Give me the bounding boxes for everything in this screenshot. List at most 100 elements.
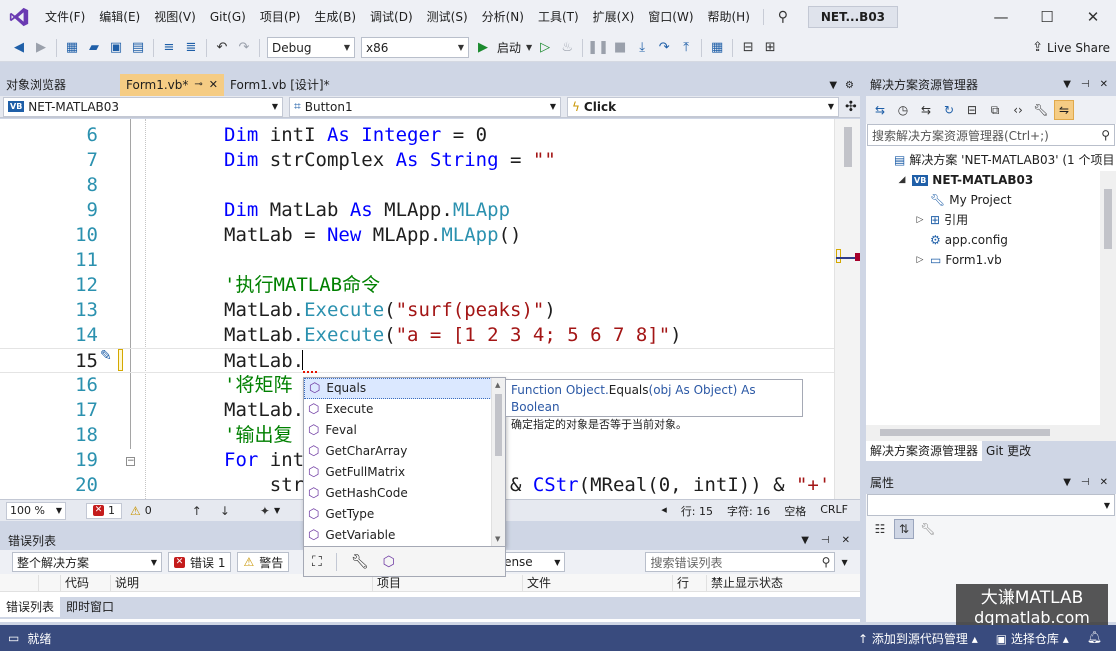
pin-icon[interactable]: ⊸ bbox=[194, 74, 202, 96]
open-file-icon[interactable]: ▰ bbox=[83, 37, 105, 59]
maximize-icon[interactable]: ☐ bbox=[1024, 0, 1070, 34]
column-description[interactable]: 说明 bbox=[110, 575, 139, 591]
auto-hide-pin-icon[interactable]: ⊣ bbox=[1081, 477, 1090, 488]
close-icon[interactable]: ✕ bbox=[1070, 0, 1116, 34]
previous-issue-icon[interactable]: ↑ bbox=[192, 504, 202, 518]
tree-item[interactable]: 🔧︎ My Project bbox=[914, 190, 1012, 210]
completion-item[interactable]: ⬡ GetCharArray bbox=[304, 441, 492, 462]
back-forward-icon[interactable]: ⇆ bbox=[916, 100, 936, 120]
menu-item-9[interactable]: 工具(T) bbox=[531, 6, 586, 28]
scrollbar-thumb[interactable] bbox=[880, 429, 1050, 436]
completion-item[interactable]: ⬡ GetVariable bbox=[304, 525, 492, 546]
scroll-down-icon[interactable]: ▼ bbox=[495, 535, 500, 543]
wrench-icon[interactable]: 🔧︎ bbox=[351, 554, 369, 570]
properties-object-select[interactable]: ▼ bbox=[867, 494, 1115, 516]
completion-item[interactable]: ⬡ GetFullMatrix bbox=[304, 462, 492, 483]
chevron-down-icon[interactable]: ▼ bbox=[274, 506, 280, 515]
tab-immediate-window[interactable]: 即时窗口 bbox=[60, 597, 120, 617]
close-panel-icon[interactable]: ✕ bbox=[1100, 79, 1108, 90]
completion-item[interactable]: ⬡ Execute bbox=[304, 399, 492, 420]
error-search-input[interactable]: 搜索错误列表 ⚲ bbox=[645, 552, 836, 572]
panel-dropdown-icon[interactable]: ▼ bbox=[801, 535, 809, 546]
scrollbar-thumb[interactable] bbox=[1104, 189, 1112, 249]
redo-icon[interactable]: ↷ bbox=[233, 37, 255, 59]
scrollbar-thumb[interactable] bbox=[844, 127, 852, 167]
warnings-filter-button[interactable]: ⚠ 警告 bbox=[237, 552, 290, 572]
auto-hide-pin-icon[interactable]: ⊣ bbox=[821, 535, 830, 546]
completion-item[interactable]: ⬡ GetHashCode bbox=[304, 483, 492, 504]
tab-git-changes[interactable]: Git 更改 bbox=[982, 441, 1035, 461]
scope-select[interactable]: 整个解决方案 ▼ bbox=[12, 552, 162, 572]
code-line[interactable]: 6 Dim intI As Integer = 0 bbox=[0, 123, 834, 148]
line-ending[interactable]: CRLF bbox=[820, 503, 848, 519]
methods-filter-icon[interactable]: ⬡ bbox=[383, 554, 395, 570]
code-line[interactable]: 14 MatLab.Execute("a = [1 2 3 4; 5 6 7 8]… bbox=[0, 323, 834, 348]
quick-actions-icon[interactable]: ✎ bbox=[100, 348, 112, 364]
scroll-up-icon[interactable]: ▲ bbox=[495, 381, 500, 389]
bookmark-icon[interactable]: ⊟ bbox=[737, 37, 759, 59]
menu-item-12[interactable]: 帮助(H) bbox=[701, 6, 757, 28]
solution-horizontal-scrollbar[interactable] bbox=[866, 425, 1116, 441]
sync-with-active-icon[interactable]: ⇋ bbox=[1054, 100, 1074, 120]
next-issue-icon[interactable]: ↓ bbox=[220, 504, 230, 518]
code-cleanup-icon[interactable]: ✦ bbox=[260, 504, 270, 518]
platform-select[interactable]: x86 ▼ bbox=[361, 37, 469, 58]
column-code[interactable]: 代码 bbox=[60, 575, 89, 591]
step-over-icon[interactable]: ↷ bbox=[653, 37, 675, 59]
column-line[interactable]: 行 bbox=[672, 575, 689, 591]
editor-vertical-scrollbar[interactable] bbox=[834, 119, 860, 499]
start-debug-icon[interactable]: ▶ bbox=[472, 37, 494, 59]
whitespace-mode[interactable]: 空格 bbox=[784, 503, 806, 519]
menu-item-11[interactable]: 窗口(W) bbox=[641, 6, 700, 28]
column-severity[interactable] bbox=[38, 575, 50, 591]
column-file[interactable]: 文件 bbox=[522, 575, 551, 591]
scrollbar-thumb[interactable] bbox=[495, 394, 502, 456]
completion-item[interactable]: ⬡ GetType bbox=[304, 504, 492, 525]
pending-changes-icon[interactable]: ◷ bbox=[893, 100, 913, 120]
configuration-select[interactable]: Debug ▼ bbox=[267, 37, 355, 58]
visual-studio-logo-icon[interactable] bbox=[0, 0, 38, 34]
close-tab-icon[interactable]: ✕ bbox=[209, 74, 218, 96]
collapse-all-icon[interactable]: ⊟ bbox=[962, 100, 982, 120]
panel-dropdown-icon[interactable]: ▼ bbox=[1063, 79, 1071, 90]
event-select[interactable]: ϟ Click ▼ bbox=[567, 96, 839, 117]
close-panel-icon[interactable]: ✕ bbox=[842, 535, 850, 546]
completion-item[interactable]: ⬡ Equals bbox=[304, 378, 492, 399]
expand-toggle-icon[interactable]: ▷ bbox=[914, 250, 926, 270]
notifications-icon[interactable]: 🔔︎ bbox=[1087, 630, 1102, 647]
code-line[interactable]: 7 Dim strComplex As String = "" bbox=[0, 148, 834, 173]
menu-item-4[interactable]: 项目(P) bbox=[253, 6, 308, 28]
navigate-back-icon[interactable]: ◀ bbox=[8, 37, 30, 59]
split-editor-icon[interactable]: ✣ bbox=[845, 99, 857, 115]
switch-views-icon[interactable]: ⇆ bbox=[870, 100, 890, 120]
tree-item[interactable]: ▷ ⊞ 引用 bbox=[914, 210, 969, 230]
menu-item-10[interactable]: 扩展(X) bbox=[586, 6, 642, 28]
categorized-icon[interactable]: ☷ bbox=[870, 519, 890, 539]
tab-object-browser[interactable]: 对象浏览器 bbox=[0, 74, 120, 96]
solution-vertical-scrollbar[interactable] bbox=[1100, 171, 1116, 425]
start-without-debug-icon[interactable]: ▷ bbox=[534, 37, 556, 59]
undo-icon[interactable]: ↶ bbox=[211, 37, 233, 59]
warning-count-badge[interactable]: ⚠ 0 bbox=[130, 504, 152, 518]
preview-icon[interactable]: ‹› bbox=[1008, 100, 1028, 120]
tab-list-dropdown-icon[interactable]: ▼ bbox=[829, 80, 837, 91]
comment-icon[interactable]: ≡ bbox=[158, 37, 180, 59]
tree-item[interactable]: ⚙ app.config bbox=[914, 230, 1008, 250]
project-select[interactable]: VB NET-MATLAB03 ▼ bbox=[3, 96, 283, 117]
property-pages-wrench-icon[interactable]: 🔧︎ bbox=[918, 519, 938, 539]
toolbar-options-icon[interactable]: ⊞ bbox=[759, 37, 781, 59]
code-line[interactable]: 10 MatLab = New MLApp.MLApp() bbox=[0, 223, 834, 248]
new-project-icon[interactable]: ▦ bbox=[61, 37, 83, 59]
expand-toggle-icon[interactable]: ◢ bbox=[896, 170, 908, 190]
tab-form1-vb[interactable]: Form1.vb* ⊸ ✕ bbox=[120, 74, 225, 96]
panel-dropdown-icon[interactable]: ▼ bbox=[1063, 477, 1071, 488]
menu-item-3[interactable]: Git(G) bbox=[203, 6, 253, 28]
completion-scrollbar[interactable]: ▲ ▼ bbox=[491, 378, 505, 546]
uncomment-icon[interactable]: ≣ bbox=[180, 37, 202, 59]
menu-item-5[interactable]: 生成(B) bbox=[307, 6, 363, 28]
live-share-button[interactable]: ⇪ Live Share bbox=[1032, 40, 1116, 55]
navigate-forward-icon[interactable]: ▶ bbox=[30, 37, 52, 59]
code-line[interactable]: 12 '执行MATLAB命令 bbox=[0, 273, 834, 298]
close-panel-icon[interactable]: ✕ bbox=[1100, 477, 1108, 488]
save-icon[interactable]: ▣ bbox=[105, 37, 127, 59]
